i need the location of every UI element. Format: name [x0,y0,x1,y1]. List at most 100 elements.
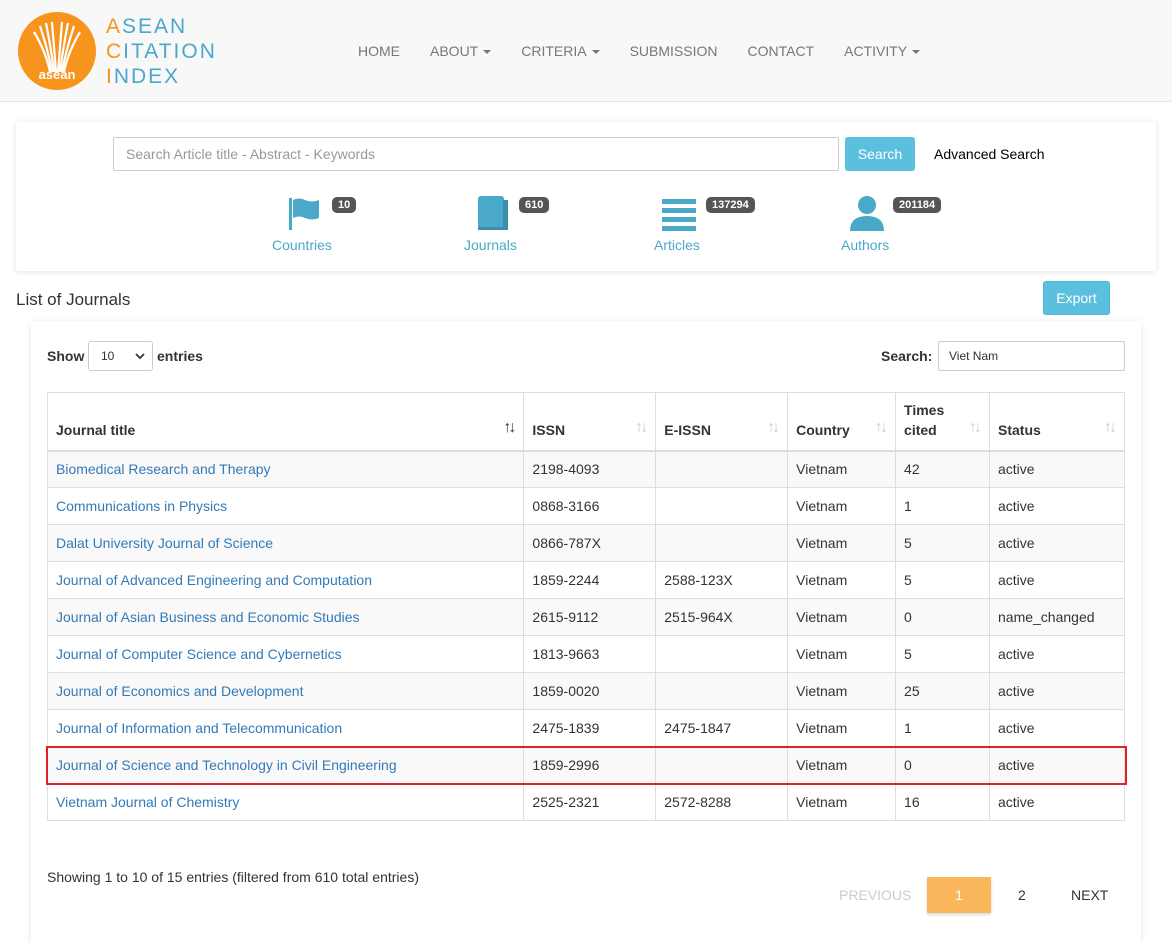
article-search-input[interactable] [113,137,839,171]
journal-title-link[interactable]: Journal of Computer Science and Cybernet… [56,646,342,662]
advanced-search-link[interactable]: Advanced Search [934,146,1045,162]
asean-logo[interactable]: asean [18,12,96,90]
table-row: Journal of Asian Business and Economic S… [46,598,1125,636]
sort-icon: ↑↓ [1104,418,1117,436]
col-country[interactable]: Country ↑↓ [787,392,897,452]
col-journal-title[interactable]: Journal title ↑↓ [46,392,525,452]
journal-title-cell: Vietnam Journal of Chemistry [46,783,525,821]
articles-count-badge: 137294 [706,197,755,213]
eissn-cell [655,487,789,525]
table-row: Journal of Computer Science and Cybernet… [46,635,1125,673]
country-cell: Vietnam [787,746,897,784]
user-icon [850,196,884,231]
table-row: Journal of Science and Technology in Civ… [46,746,1125,784]
logo-word: asean [39,67,76,82]
issn-cell: 2615-9112 [523,598,657,636]
country-cell: Vietnam [787,709,897,747]
col-eissn-label: E-ISSN [664,421,711,438]
status-cell: active [989,746,1125,784]
col-status[interactable]: Status ↑↓ [989,392,1125,452]
times-cited-cell: 1 [895,709,990,747]
pagination-next[interactable]: NEXT [1071,887,1108,903]
table-row: Journal of Information and Telecommunica… [46,709,1125,747]
times-cited-cell: 5 [895,524,990,562]
col-issn[interactable]: ISSN ↑↓ [523,392,657,452]
journal-title-link[interactable]: Journal of Science and Technology in Civ… [56,757,397,773]
status-cell: active [989,635,1125,673]
country-cell: Vietnam [787,635,897,673]
caret-down-icon [912,50,921,55]
journal-title-link[interactable]: Communications in Physics [56,498,227,514]
table-row: Journal of Advanced Engineering and Comp… [46,561,1125,599]
book-icon [478,196,508,230]
issn-cell: 1859-2996 [523,746,657,784]
sort-icon: ↑↓ [969,418,982,436]
rice-stalks-icon: asean [33,21,81,82]
search-button[interactable]: Search [845,137,915,171]
nav-submission[interactable]: SUBMISSION [615,40,733,62]
country-cell: Vietnam [787,783,897,821]
table-row: Vietnam Journal of Chemistry 2525-2321 257… [46,783,1125,821]
status-cell: active [989,709,1125,747]
nav-home[interactable]: HOME [343,40,415,62]
col-journal-title-label: Journal title [56,421,136,438]
brand-line-2: CITATION [106,39,217,64]
status-cell: active [989,450,1125,488]
status-cell: active [989,561,1125,599]
nav-activity[interactable]: ACTIVITY [829,40,935,62]
brand-wordmark[interactable]: ASEAN CITATION INDEX [106,14,217,89]
pagination-page-2[interactable]: 2 [1018,887,1026,903]
journal-title-link[interactable]: Journal of Economics and Development [56,683,303,699]
journal-title-cell: Journal of Advanced Engineering and Comp… [46,561,525,599]
times-cited-cell: 1 [895,487,990,525]
brand-initial-1: A [106,15,123,38]
journal-title-link[interactable]: Journal of Information and Telecommunica… [56,720,342,736]
journal-title-cell: Communications in Physics [46,487,525,525]
pagination-previous[interactable]: PREVIOUS [839,887,911,903]
issn-cell: 0866-787X [523,524,657,562]
nav-submission-label: SUBMISSION [629,43,718,59]
nav-home-label: HOME [358,43,400,59]
journal-title-cell: Journal of Economics and Development [46,672,525,710]
journal-title-link[interactable]: Dalat University Journal of Science [56,535,273,551]
col-issn-label: ISSN [532,421,566,438]
country-cell: Vietnam [787,487,897,525]
brand-rest-2: ITATION [123,40,217,63]
export-button[interactable]: Export [1043,281,1110,315]
journal-title-link[interactable]: Vietnam Journal of Chemistry [56,794,239,810]
eissn-cell [655,672,789,710]
table-row: Journal of Economics and Development 1859… [46,672,1125,710]
main-nav: HOME ABOUT CRITERIA SUBMISSION CONTACT A… [343,40,935,62]
eissn-cell [655,635,789,673]
issn-cell: 1859-0020 [523,672,657,710]
nav-contact[interactable]: CONTACT [732,40,829,62]
status-cell: active [989,487,1125,525]
nav-criteria[interactable]: CRITERIA [506,40,614,62]
country-cell: Vietnam [787,598,897,636]
col-times-cited[interactable]: Times cited ↑↓ [895,392,990,452]
country-cell: Vietnam [787,561,897,599]
journal-title-link[interactable]: Biomedical Research and Therapy [56,461,271,477]
issn-cell: 0868-3166 [523,487,657,525]
journal-title-link[interactable]: Journal of Advanced Engineering and Comp… [56,572,372,588]
table-row: Biomedical Research and Therapy 2198-4093… [46,450,1125,488]
brand-initial-2: C [106,40,124,63]
col-eissn[interactable]: E-ISSN ↑↓ [655,392,789,452]
eissn-cell: 2475-1847 [655,709,789,747]
status-cell: active [989,524,1125,562]
table-search-input[interactable] [938,341,1125,371]
countries-label: Countries [272,237,332,253]
times-cited-cell: 0 [895,598,990,636]
times-cited-cell: 0 [895,746,990,784]
table-info: Showing 1 to 10 of 15 entries (filtered … [47,869,419,885]
journal-title-link[interactable]: Journal of Asian Business and Economic S… [56,609,360,625]
caret-down-icon [591,50,600,55]
eissn-cell [655,524,789,562]
pagination-page-1[interactable]: 1 [927,877,991,913]
page-size-select[interactable]: 10 [88,341,153,371]
sort-asc-icon: ↑↓ [503,418,516,436]
caret-down-icon [483,50,492,55]
issn-cell: 2525-2321 [523,783,657,821]
nav-about[interactable]: ABOUT [415,40,506,62]
eissn-cell: 2515-964X [655,598,789,636]
